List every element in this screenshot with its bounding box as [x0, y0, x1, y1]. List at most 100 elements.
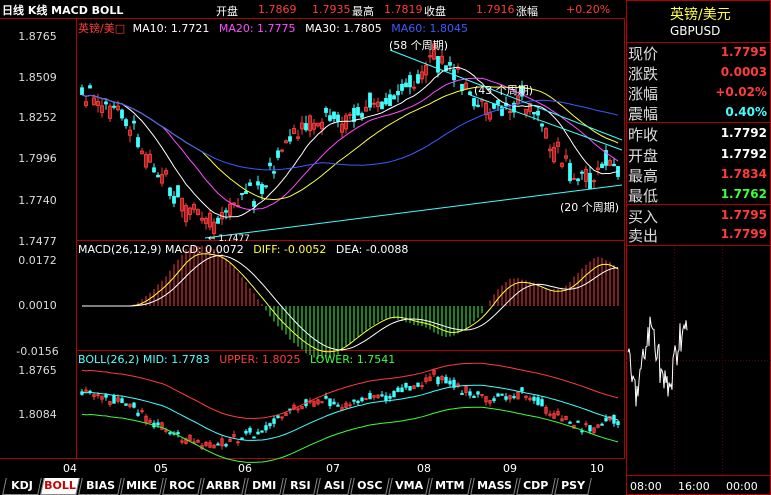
macd-axis-2: -0.0156 [16, 345, 59, 358]
boll-candle-body [136, 412, 140, 416]
boll-title: BOLL(26,2) MID: 1.7783 [78, 353, 210, 366]
candle-body [612, 163, 616, 167]
tab-label: ARBR [206, 479, 241, 492]
boll-candle-body [348, 404, 352, 407]
tab-roc[interactable]: ROC [162, 478, 202, 495]
indicator-tabs: KDJ BOLL BIAS MIKE ROC ARBR DMI RSI ASI OSC VMA MTM… [0, 478, 625, 495]
symbol-label: 英镑/美 [78, 22, 115, 35]
candle-body [244, 190, 248, 194]
tab-boll[interactable]: BOLL [40, 478, 80, 495]
boll-candle-body [236, 441, 240, 444]
quote-row: 最低 1.7762 [626, 184, 771, 205]
boll-candle-body [588, 425, 592, 432]
boll-candle-body [616, 421, 620, 425]
boll-candle-body [584, 423, 588, 426]
boll-candle-body [156, 422, 160, 426]
candle-body [392, 95, 396, 100]
candle-body [224, 210, 228, 213]
candle-body [536, 110, 540, 116]
tab-asi[interactable]: ASI [316, 478, 352, 495]
candle-body [372, 102, 376, 105]
annotation-58: (58 个周期) [389, 39, 449, 52]
quote-row-label: 现价 [628, 45, 659, 63]
quote-row: 开盘 1.7792 [626, 144, 771, 165]
tab-rsi[interactable]: RSI [282, 478, 318, 495]
tab-mike[interactable]: MIKE [120, 478, 164, 495]
boll-candle-body [224, 444, 228, 447]
boll-candle-body [532, 396, 536, 401]
x-label-07: 07 [326, 462, 340, 475]
tab-arbr[interactable]: ARBR [200, 478, 246, 495]
tab-bias[interactable]: BIAS [78, 478, 122, 495]
boll-candle-body [356, 400, 360, 404]
candle-body [396, 90, 400, 96]
tab-cdp[interactable]: CDP [516, 478, 556, 495]
boll-candle-body [420, 385, 424, 388]
candle-body [264, 185, 268, 188]
chart-canvas [0, 18, 625, 463]
candle-body [388, 94, 392, 107]
boll-candle-body [396, 387, 400, 392]
boll-candle-body [476, 391, 480, 395]
candle-body [476, 104, 480, 107]
tab-label: BOLL [44, 479, 76, 492]
candle-body [156, 174, 160, 178]
tab-label: RSI [289, 479, 311, 492]
ma30-label: MA30: 1.7805 [305, 22, 382, 35]
quote-row-label: 卖出 [628, 227, 659, 245]
ma20-line [81, 77, 619, 211]
candle-body [288, 136, 292, 142]
tab-osc[interactable]: OSC [350, 478, 390, 495]
candle-body [532, 111, 536, 115]
quote-row: 涨幅 +0.02% [626, 82, 771, 103]
tab-label: CDP [523, 479, 549, 492]
quote-panel: 英镑/美元 GBPUSD 现价 1.7795 涨跌 0.0003 涨幅 +0.02% 震幅 0… [626, 0, 771, 495]
candle-body [332, 111, 336, 119]
boll-candle-body [400, 387, 404, 393]
price-axis-0: 1.8765 [18, 30, 57, 43]
boll-candle-body [380, 394, 384, 397]
candle-body [348, 113, 352, 116]
macd-legend: MACD(26,12,9) MACD: 0.0072 DIFF: -0.0052… [78, 243, 408, 256]
macd-diff: DIFF: -0.0052 [253, 243, 327, 256]
boll-candle-body [460, 392, 464, 395]
candle-body [448, 61, 452, 66]
quote-row-value: 1.7795 [720, 208, 767, 222]
quote-row-value: 1.7799 [720, 227, 767, 241]
candle-body [460, 83, 464, 91]
candle-body [600, 163, 604, 169]
candle-body [336, 114, 340, 122]
price-axis-3: 1.7996 [18, 152, 57, 165]
ma60-label: MA60: 1.8045 [391, 22, 468, 35]
tab-dmi[interactable]: DMI [244, 478, 284, 495]
candle-body [80, 87, 84, 95]
candle-body [568, 163, 572, 182]
candle-body [276, 150, 280, 158]
tab-kdj[interactable]: KDJ [2, 478, 42, 495]
candle-body [136, 137, 140, 148]
boll-candle-body [408, 386, 412, 391]
quote-row-value: 1.7792 [720, 126, 767, 140]
annotation-43: (43 个周期) [474, 84, 534, 97]
boll-candle-body [216, 443, 220, 446]
tab-vma[interactable]: VMA [388, 478, 430, 495]
quote-row: 涨跌 0.0003 [626, 62, 771, 83]
boll-candle-body [548, 413, 552, 416]
ma20-label: MA20: 1.7775 [218, 22, 296, 35]
boll-lower-line [81, 406, 619, 463]
boll-candle-body [368, 392, 372, 400]
quote-row-value: 0.40% [725, 105, 767, 119]
tab-label: MIKE [126, 479, 158, 492]
tab-psy[interactable]: PSY [554, 478, 592, 495]
boll-candle-body [436, 376, 440, 385]
boll-candle-body [336, 404, 340, 407]
quote-row-label: 昨收 [628, 126, 659, 144]
tab-mass[interactable]: MASS [470, 478, 518, 495]
tab-mtm[interactable]: MTM [428, 478, 472, 495]
boll-candle-body [256, 431, 260, 435]
candle-body [168, 187, 172, 196]
boll-candle-body [448, 380, 452, 385]
boll-candle-body [604, 417, 608, 422]
boll-candle-body [104, 394, 108, 398]
candle-body [408, 75, 412, 88]
